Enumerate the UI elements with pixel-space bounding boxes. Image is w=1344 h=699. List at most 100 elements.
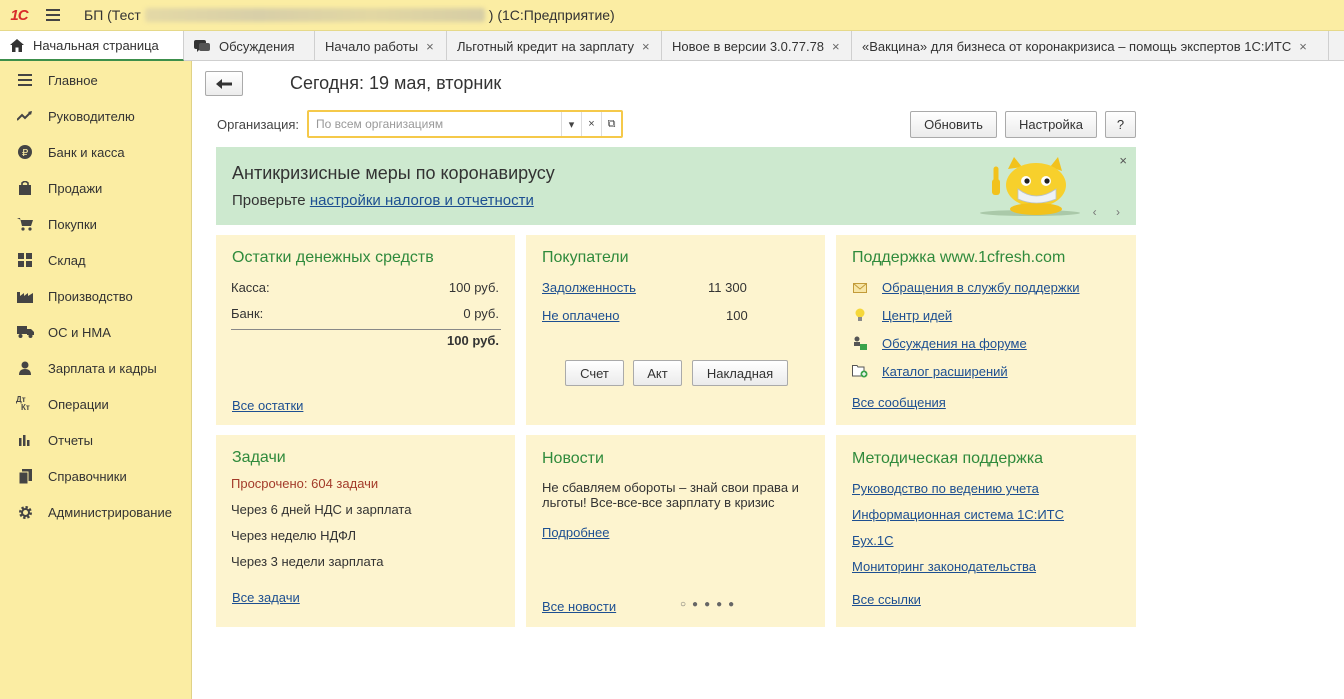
trend-icon [16, 107, 34, 125]
banner-text: Проверьте настройки налогов и отчетности [232, 192, 534, 209]
support-requests-link[interactable]: Обращения в службу поддержки [882, 280, 1080, 295]
sidebar-item-reports[interactable]: Отчеты [0, 422, 191, 458]
method-link[interactable]: Руководство по ведению учета [852, 481, 1039, 496]
support-panel: Поддержка www.1cfresh.com Обращения в сл… [836, 235, 1136, 425]
menu-icon [16, 71, 34, 89]
tab-whats-new[interactable]: Новое в версии 3.0.77.78 × [662, 31, 852, 61]
debt-link[interactable]: Задолженность [542, 280, 636, 295]
open-icon[interactable]: ⧉ [601, 112, 621, 136]
app-title-suffix: ) (1С:Предприятие) [488, 7, 615, 23]
dropdown-icon[interactable]: ▾ [561, 112, 581, 136]
task-item: Через 3 недели зарплата [231, 554, 384, 569]
main-content: Сегодня: 19 мая, вторник Организация: По… [193, 61, 1344, 699]
all-messages-link[interactable]: Все сообщения [852, 395, 946, 410]
sidebar-item-purchases[interactable]: Покупки [0, 206, 191, 242]
banner-link[interactable]: настройки налогов и отчетности [310, 192, 534, 209]
home-icon [10, 38, 24, 52]
news-more-link[interactable]: Подробнее [542, 525, 609, 540]
news-text: Не сбавляем обороты – знай свои права и … [542, 480, 799, 510]
folder-add-icon [851, 363, 869, 379]
task-item: Через неделю НДФЛ [231, 528, 356, 543]
panel-title: Поддержка www.1cfresh.com [852, 249, 1066, 266]
news-pager-dots[interactable]: ○●●●● [680, 599, 740, 610]
all-tasks-link[interactable]: Все задачи [232, 590, 300, 605]
tab-bar: Начальная страница Обсуждения Начало раб… [0, 31, 1344, 61]
grid-icon [16, 251, 34, 269]
sidebar-item-label: Продажи [48, 180, 103, 196]
panel-title: Задачи [232, 449, 286, 466]
sidebar-item-director[interactable]: Руководителю [0, 98, 191, 134]
sidebar-item-salary[interactable]: Зарплата и кадры [0, 350, 191, 386]
sidebar-item-label: Операции [48, 396, 109, 412]
help-button[interactable]: ? [1105, 111, 1136, 138]
extensions-link[interactable]: Каталог расширений [882, 364, 1008, 379]
sidebar-item-fixed-assets[interactable]: ОС и НМА [0, 314, 191, 350]
method-link[interactable]: Информационная система 1С:ИТС [852, 507, 1064, 522]
tab-getting-started[interactable]: Начало работы × [315, 31, 447, 61]
close-icon[interactable]: × [832, 39, 840, 54]
banner-nav-arrows[interactable]: ‹ › [1093, 205, 1128, 219]
sidebar: Главное Руководителю ₽ Банк и касса Прод… [0, 61, 192, 699]
sidebar-item-label: Производство [48, 288, 133, 304]
forum-link[interactable]: Обсуждения на форуме [882, 336, 1027, 351]
sidebar-item-operations[interactable]: Дт Кт Операции [0, 386, 191, 422]
person-icon [16, 359, 34, 377]
tab-label: «Вакцина» для бизнеса от коронакризиса –… [862, 38, 1292, 54]
sidebar-item-production[interactable]: Производство [0, 278, 191, 314]
tab-discussions[interactable]: Обсуждения [184, 31, 315, 61]
svg-text:₽: ₽ [22, 148, 29, 159]
waybill-button[interactable]: Накладная [692, 360, 788, 386]
sidebar-item-label: Справочники [48, 468, 127, 484]
all-links-link[interactable]: Все ссылки [852, 592, 921, 607]
cash-total: 100 руб. [447, 333, 499, 348]
tab-vaccine[interactable]: «Вакцина» для бизнеса от коронакризиса –… [852, 31, 1329, 61]
sidebar-item-warehouse[interactable]: Склад [0, 242, 191, 278]
envelope-icon [851, 280, 869, 296]
anticrisis-banner: Антикризисные меры по коронавирусу Прове… [216, 147, 1136, 225]
bag-icon [16, 179, 34, 197]
main-menu-icon[interactable] [38, 0, 68, 31]
debt-value: 11 300 [708, 280, 747, 295]
dtkt-icon: Дт Кт [16, 395, 30, 412]
title-bar: 1С БП (Тест ) (1С:Предприятие) [0, 0, 1344, 31]
back-button[interactable] [205, 71, 243, 96]
tab-label: Начальная страница [33, 37, 159, 53]
ideas-link[interactable]: Центр идей [882, 308, 952, 323]
overdue-tasks[interactable]: Просрочено: 604 задачи [231, 476, 378, 491]
unpaid-link[interactable]: Не оплачено [542, 308, 619, 323]
method-link[interactable]: Мониторинг законодательства [852, 559, 1036, 574]
all-news-link[interactable]: Все новости [542, 599, 616, 614]
divider [231, 329, 501, 330]
sidebar-item-references[interactable]: Справочники [0, 458, 191, 494]
org-select[interactable]: По всем организациям ▾ × ⧉ [307, 110, 623, 138]
tab-label: Обсуждения [219, 38, 295, 54]
page-title: Сегодня: 19 мая, вторник [290, 73, 502, 93]
close-icon[interactable]: × [426, 39, 434, 54]
sidebar-item-sales[interactable]: Продажи [0, 170, 191, 206]
tab-home[interactable]: Начальная страница [0, 31, 184, 61]
clear-icon[interactable]: × [581, 112, 601, 136]
close-icon[interactable]: × [1299, 39, 1307, 54]
1c-logo[interactable]: 1С [0, 0, 38, 31]
method-link[interactable]: Бух.1С [852, 533, 893, 548]
ruble-icon: ₽ [16, 143, 34, 161]
invoice-button[interactable]: Счет [565, 360, 624, 386]
close-icon[interactable]: × [642, 39, 650, 54]
sidebar-item-main[interactable]: Главное [0, 62, 191, 98]
close-icon[interactable]: × [1119, 153, 1127, 168]
sidebar-item-admin[interactable]: Администрирование [0, 494, 191, 530]
bar-chart-icon [16, 431, 34, 449]
chat-icon [194, 39, 210, 53]
refresh-button[interactable]: Обновить [910, 111, 997, 138]
tab-salary-credit[interactable]: Льготный кредит на зарплату × [447, 31, 662, 61]
forum-icon [851, 335, 869, 351]
all-balances-link[interactable]: Все остатки [232, 398, 303, 413]
panel-title: Остатки денежных средств [232, 249, 434, 266]
app-title-prefix: БП (Тест [84, 7, 141, 23]
sidebar-item-bank[interactable]: ₽ Банк и касса [0, 134, 191, 170]
settings-button[interactable]: Настройка [1005, 111, 1097, 138]
sidebar-item-label: Банк и касса [48, 144, 125, 160]
act-button[interactable]: Акт [633, 360, 682, 386]
lightbulb-icon [851, 307, 869, 323]
org-label: Организация: [217, 117, 300, 132]
